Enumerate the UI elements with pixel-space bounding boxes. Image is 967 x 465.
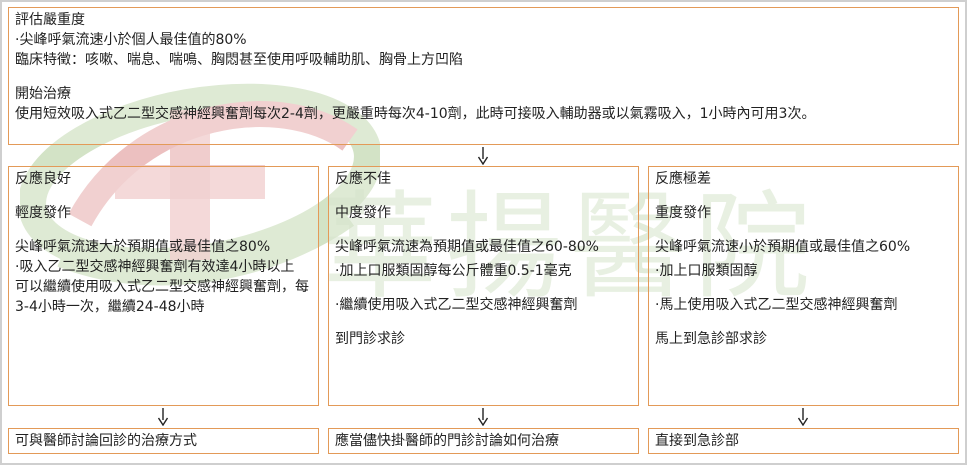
severity-label: 中度發作 bbox=[335, 205, 391, 221]
response-very-poor-box: 反應極差 重度發作 尖峰呼氣流速小於預期值或最佳值之60% ·加上口服類固醇 ·… bbox=[648, 166, 959, 406]
response-poor-box: 反應不佳 中度發作 尖峰呼氣流速為預期值或最佳值之60-80% ·加上口服類固醇… bbox=[328, 166, 639, 406]
steroid-advice: ·加上口服類固醇每公斤體重0.5-1毫克 bbox=[335, 263, 572, 279]
treatment-title: 開始治療 bbox=[15, 86, 71, 102]
visit-advice: 馬上到急診部求診 bbox=[655, 331, 767, 347]
assess-title: 評估嚴重度 bbox=[15, 12, 85, 28]
outcome-good-box: 可與醫師討論回診的治療方式 bbox=[8, 428, 319, 454]
assessment-treatment-box: 評估嚴重度 ·尖峰呼氣流速小於個人最佳值的80% 臨床特徵：咳嗽、喘息、喘鳴、胸… bbox=[8, 7, 959, 145]
arrow-down-icon bbox=[477, 408, 489, 426]
outcome-text: 可與醫師討論回診的治療方式 bbox=[15, 433, 197, 449]
peak-flow-criteria: 尖峰呼氣流速小於預期值或最佳值之60% bbox=[655, 239, 911, 255]
response-label: 反應不佳 bbox=[335, 171, 391, 187]
outcome-very-poor-box: 直接到急診部 bbox=[648, 428, 959, 454]
outcome-text: 應當儘快掛醫師的門診討論如何治療 bbox=[335, 433, 559, 449]
response-label: 反應極差 bbox=[655, 171, 711, 187]
treatment-instructions: 使用短效吸入式乙二型交感神經興奮劑每次2-4劑，更嚴重時每次4-10劑，此時可接… bbox=[15, 106, 816, 122]
peak-flow-criteria: 尖峰呼氣流速大於預期值或最佳值之80% bbox=[15, 239, 271, 255]
arrow-down-icon bbox=[157, 408, 169, 426]
inhaler-advice: ·繼續使用吸入式乙二型交感神經興奮劑 bbox=[335, 297, 578, 313]
severity-label: 輕度發作 bbox=[15, 205, 71, 221]
response-detail: ·吸入乙二型交感神經興奮劑有效達4小時以上 bbox=[15, 259, 295, 275]
treatment-advice: 可以繼續使用吸入式乙二型交感神經興奮劑，每3-4小時一次，繼續24-48小時 bbox=[15, 279, 309, 315]
inhaler-advice: ·馬上使用吸入式乙二型交感神經興奮劑 bbox=[655, 297, 898, 313]
response-good-box: 反應良好 輕度發作 尖峰呼氣流速大於預期值或最佳值之80% ·吸入乙二型交感神經… bbox=[8, 166, 319, 406]
visit-advice: 到門診求診 bbox=[335, 331, 405, 347]
outcome-poor-box: 應當儘快掛醫師的門診討論如何治療 bbox=[328, 428, 639, 454]
response-label: 反應良好 bbox=[15, 171, 71, 187]
peak-flow-criteria: 尖峰呼氣流速為預期值或最佳值之60-80% bbox=[335, 239, 599, 255]
arrow-down-icon bbox=[797, 408, 809, 426]
severity-label: 重度發作 bbox=[655, 205, 711, 221]
arrow-down-icon bbox=[477, 147, 489, 165]
outcome-text: 直接到急診部 bbox=[655, 433, 739, 449]
steroid-advice: ·加上口服類固醇 bbox=[655, 263, 758, 279]
assess-clinical-features: 臨床特徵：咳嗽、喘息、喘鳴、胸悶甚至使用呼吸輔助肌、胸骨上方凹陷 bbox=[15, 52, 463, 68]
assess-peak-flow: ·尖峰呼氣流速小於個人最佳值的80% bbox=[15, 32, 247, 48]
